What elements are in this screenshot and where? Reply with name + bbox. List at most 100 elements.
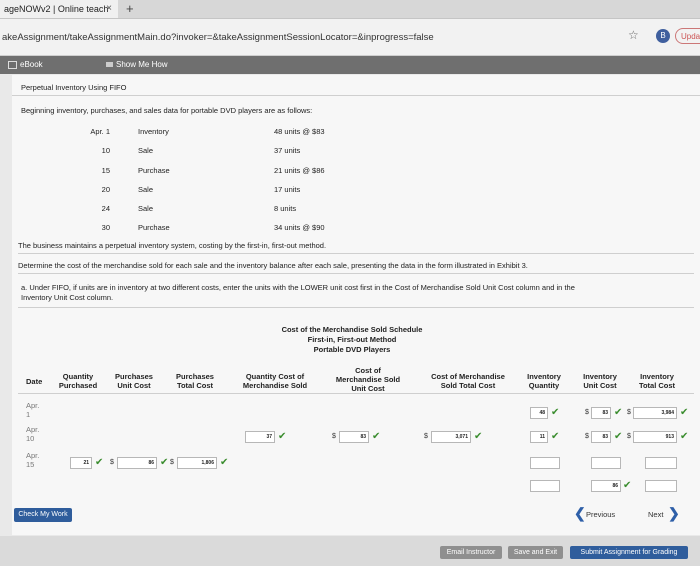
previous-button[interactable]: ❮ Previous <box>574 505 634 523</box>
profile-avatar[interactable]: B <box>656 29 670 43</box>
check-icon: ✔ <box>614 431 623 442</box>
transaction-type: Purchase <box>138 223 170 232</box>
check-icon: ✔ <box>614 407 623 418</box>
schedule-subtitle: First-in, First-out Method <box>307 335 397 344</box>
header-inv-quantity: Inventory Quantity <box>527 372 561 390</box>
transaction-type: Inventory <box>138 127 169 136</box>
inventory-quantity-input[interactable]: 48 <box>530 407 548 419</box>
transaction-type: Sale <box>138 185 154 194</box>
close-tab-icon[interactable]: × <box>106 0 112 18</box>
dollar-sign: $ <box>170 459 174 466</box>
url-field[interactable]: akeAssignment/takeAssignmentMain.do?invo… <box>2 32 434 43</box>
check-icon: ✔ <box>474 431 483 442</box>
tab-title: ageNOWv2 | Online teach <box>4 4 109 14</box>
submit-assignment-button[interactable]: Submit Assignment for Grading <box>570 546 688 559</box>
check-icon: ✔ <box>95 457 104 468</box>
row-date: Apr. 1 <box>26 401 40 419</box>
footer-bar: Email Instructor Save and Exit Submit As… <box>0 536 700 566</box>
next-button[interactable]: Next ❯ <box>648 505 688 523</box>
assignment-content: Perpetual Inventory Using FIFO Beginning… <box>12 75 700 535</box>
save-and-exit-button[interactable]: Save and Exit <box>508 546 563 559</box>
header-cms-total-cost: Cost of Merchandise Sold Total Cost <box>431 372 505 390</box>
inventory-unit-cost-input[interactable]: 83 <box>591 431 611 443</box>
header-inv-total-cost: Inventory Total Cost <box>638 372 676 390</box>
problem-title: Perpetual Inventory Using FIFO <box>21 83 127 92</box>
email-instructor-button[interactable]: Email Instructor <box>440 546 502 559</box>
check-my-work-button[interactable]: Check My Work <box>14 508 72 522</box>
check-icon: ✔ <box>278 431 287 442</box>
header-inv-unit-cost: Inventory Unit Cost <box>583 372 617 390</box>
dollar-sign: $ <box>627 409 631 416</box>
check-icon: ✔ <box>220 457 229 468</box>
transaction-detail: 8 units <box>274 204 297 213</box>
purchases-unit-cost-input[interactable]: 86 <box>117 457 157 469</box>
determine-text: Determine the cost of the merchandise so… <box>18 261 528 270</box>
header-date: Date <box>26 377 43 386</box>
purchases-total-cost-input[interactable]: 1,806 <box>177 457 217 469</box>
new-tab-button[interactable]: + <box>126 0 134 17</box>
dollar-sign: $ <box>585 433 589 440</box>
check-icon: ✔ <box>623 480 632 491</box>
transaction-date: 10 <box>101 146 110 155</box>
transaction-date: 24 <box>101 204 110 213</box>
check-icon: ✔ <box>160 457 169 468</box>
dollar-sign: $ <box>585 409 589 416</box>
header-cms-unit-cost: Cost of Merchandise Sold Unit Cost <box>335 366 401 393</box>
update-button[interactable]: Upda <box>675 28 700 44</box>
inventory-total-cost-input[interactable]: 3,984 <box>633 407 677 419</box>
video-icon <box>106 62 113 68</box>
header-purch-total-cost: Purchases Total Cost <box>176 372 214 390</box>
bookmark-star-icon[interactable]: ☆ <box>628 28 639 42</box>
transaction-detail: 37 units <box>274 146 301 155</box>
quantity-purchased-input[interactable]: 21 <box>70 457 92 469</box>
check-icon: ✔ <box>551 407 560 418</box>
dollar-sign: $ <box>627 433 631 440</box>
row-date: Apr. 10 <box>26 425 40 443</box>
inventory-unit-cost-input[interactable]: 86 <box>591 480 621 492</box>
divider <box>18 273 694 274</box>
dollar-sign: $ <box>110 459 114 466</box>
inventory-total-cost-input[interactable] <box>645 480 677 492</box>
inventory-unit-cost-input[interactable] <box>591 457 621 469</box>
divider <box>18 307 694 308</box>
dollar-sign: $ <box>332 433 336 440</box>
transaction-date: 15 <box>101 166 110 175</box>
part-a-instructions-cont: Inventory Unit Cost column. <box>21 293 114 302</box>
divider <box>18 253 694 254</box>
transaction-type: Purchase <box>138 166 170 175</box>
cms-unit-cost-input[interactable]: 83 <box>339 431 369 443</box>
inventory-quantity-input[interactable] <box>530 457 560 469</box>
inventory-total-cost-input[interactable]: 913 <box>633 431 677 443</box>
header-qty-purchased: Quantity Purchased <box>58 372 98 390</box>
ebook-link[interactable]: eBook <box>8 56 43 74</box>
browser-tab[interactable]: ageNOWv2 | Online teach × <box>0 0 118 18</box>
show-me-how-link[interactable]: Show Me How <box>106 56 168 74</box>
transaction-detail: 48 units @ $83 <box>274 127 325 136</box>
inventory-quantity-input[interactable] <box>530 480 560 492</box>
chevron-left-icon: ❮ <box>574 505 586 521</box>
browser-tab-bar: ageNOWv2 | Online teach × + <box>0 0 700 19</box>
check-icon: ✔ <box>372 431 381 442</box>
app-toolbar: eBook Show Me How <box>0 56 700 74</box>
dollar-sign: $ <box>424 433 428 440</box>
quantity-cost-sold-input[interactable]: 37 <box>245 431 275 443</box>
schedule-product: Portable DVD Players <box>313 345 391 354</box>
inventory-total-cost-input[interactable] <box>645 457 677 469</box>
book-icon <box>8 60 17 69</box>
header-qty-cost-sold: Quantity Cost of Merchandise Sold <box>242 372 308 390</box>
check-icon: ✔ <box>551 431 560 442</box>
address-bar: akeAssignment/takeAssignmentMain.do?invo… <box>0 19 700 56</box>
transaction-date: 30 <box>101 223 110 232</box>
cms-total-cost-input[interactable]: 3,071 <box>431 431 471 443</box>
transaction-date: 20 <box>101 185 110 194</box>
inventory-quantity-input[interactable]: 11 <box>530 431 548 443</box>
problem-intro: Beginning inventory, purchases, and sale… <box>21 106 313 115</box>
inventory-unit-cost-input[interactable]: 83 <box>591 407 611 419</box>
transaction-date: Apr. 1 <box>90 127 110 136</box>
check-icon: ✔ <box>680 407 689 418</box>
part-a-instructions: a. Under FIFO, if units are in inventory… <box>21 283 575 292</box>
chevron-right-icon: ❯ <box>668 505 680 521</box>
schedule-title: Cost of the Merchandise Sold Schedule <box>281 325 423 334</box>
divider <box>12 95 700 96</box>
transaction-detail: 34 units @ $90 <box>274 223 325 232</box>
